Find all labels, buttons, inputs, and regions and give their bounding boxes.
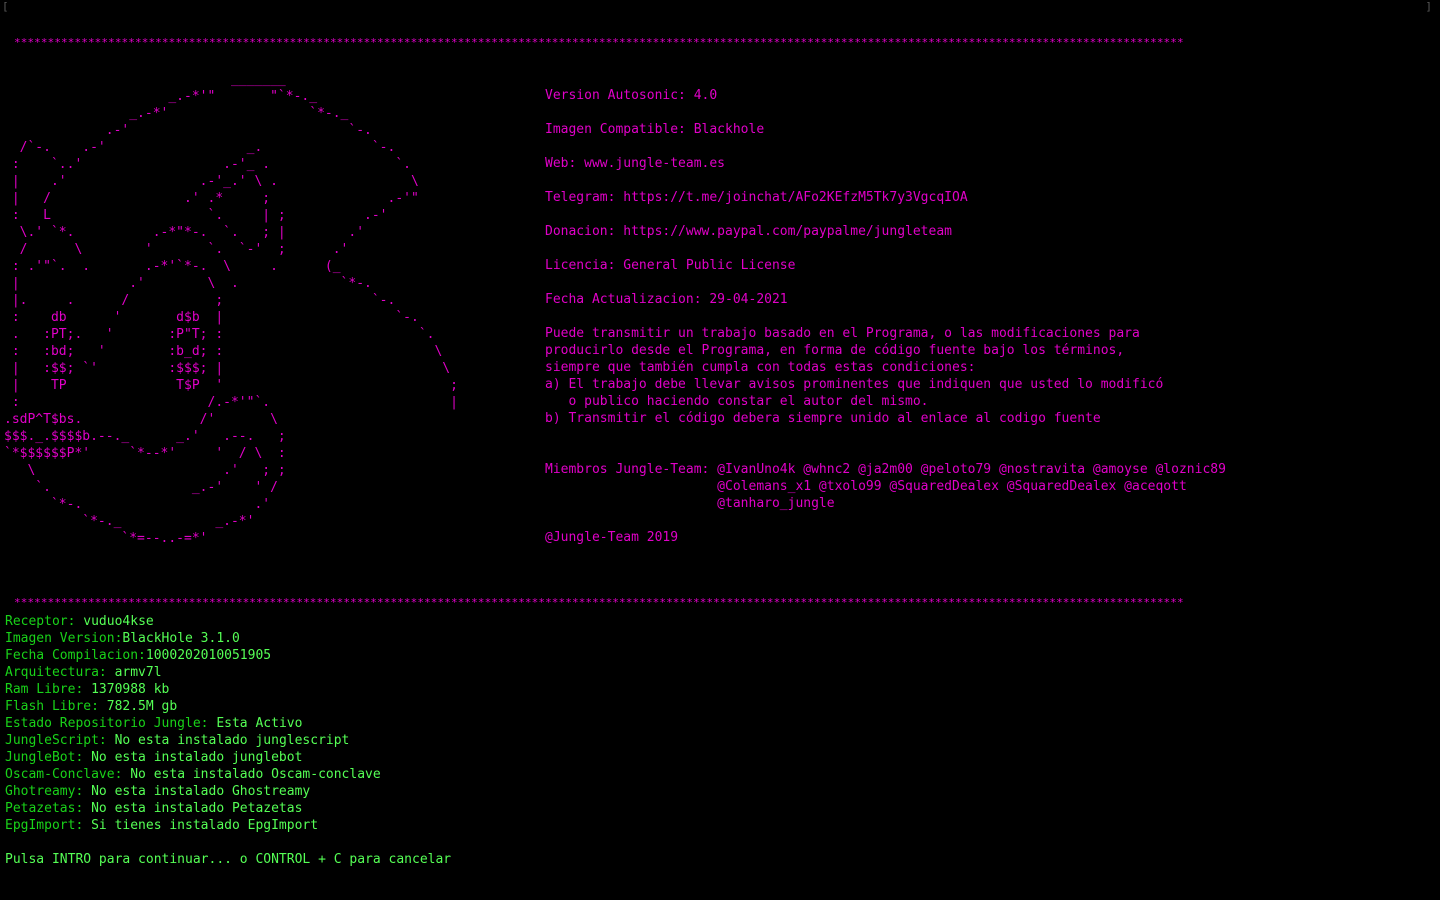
license-text-line: siempre que también cumpla con todas est… — [545, 360, 976, 375]
row-value: No esta instalado Oscam-conclave — [130, 767, 381, 782]
window-corner-left: [ — [2, 0, 9, 13]
image-version-row: Imagen Version:BlackHole 3.1.0 — [5, 630, 905, 647]
row-label: Oscam-Conclave: — [5, 767, 131, 782]
junglescript-row: JungleScript: No esta instalado junglesc… — [5, 732, 905, 749]
row-label: EpgImport: — [5, 818, 92, 833]
license-text-line: producirlo desde el Programa, en forma d… — [545, 343, 1125, 358]
free-flash-row: Flash Libre: 782.5M gb — [5, 698, 905, 715]
license-text-line: b) Transmitir el código debera siempre u… — [545, 411, 1101, 426]
window-corner-right: ] — [1425, 0, 1432, 13]
row-value: 1000202010051905 — [145, 648, 272, 663]
junglebot-row: JungleBot: No esta instalado junglebot — [5, 749, 905, 766]
row-value: No esta instalado Petazetas — [91, 801, 303, 816]
row-label: Fecha Compilacion: — [5, 648, 146, 663]
members-line: @tanharo_jungle — [545, 496, 835, 511]
oscam-conclave-row: Oscam-Conclave: No esta instalado Oscam-… — [5, 766, 905, 783]
row-value: No esta instalado Ghostreamy — [91, 784, 311, 799]
ascii-art-logo: _______ _.-*'" "`*-._ _.-*' `*-._ .-' `-… — [4, 72, 458, 546]
petazetas-row: Petazetas: No esta instalado Petazetas — [5, 800, 905, 817]
row-value: No esta instalado junglebot — [91, 750, 303, 765]
free-ram-row: Ram Libre: 1370988 kb — [5, 681, 905, 698]
row-label: Flash Libre: — [5, 699, 107, 714]
row-value: BlackHole 3.1.0 — [122, 631, 240, 646]
repo-status-row: Estado Repositorio Jungle: Esta Activo — [5, 715, 905, 732]
receiver-row: Receptor: vuduo4kse — [5, 613, 905, 630]
row-label: JungleScript: — [5, 733, 115, 748]
ghostreamy-row: Ghotreamy: No esta instalado Ghostreamy — [5, 783, 905, 800]
continue-prompt: Pulsa INTRO para continuar... o CONTROL … — [5, 852, 452, 867]
separator-top: ****************************************… — [14, 36, 1184, 49]
version-line: Version Autosonic: 4.0 — [545, 88, 718, 103]
build-date-row: Fecha Compilacion:1000202010051905 — [5, 647, 905, 664]
row-label: Arquitectura: — [5, 665, 115, 680]
image-compatible-line: Imagen Compatible: Blackhole — [545, 122, 765, 137]
row-value: vuduo4kse — [83, 614, 154, 629]
row-label: JungleBot: — [5, 750, 92, 765]
web-line: Web: www.jungle-team.es — [545, 156, 726, 171]
license-line: Licencia: General Public License — [545, 258, 796, 273]
row-label: Estado Repositorio Jungle: — [5, 716, 217, 731]
license-text-line: a) El trabajo debe llevar avisos promine… — [545, 377, 1164, 392]
telegram-line: Telegram: https://t.me/joinchat/AFo2KEfz… — [545, 190, 968, 205]
system-info-list: Receptor: vuduo4kse Imagen Version:Black… — [5, 613, 905, 834]
epgimport-row: EpgImport: Si tienes instalado EpgImport — [5, 817, 905, 834]
members-line: Miembros Jungle-Team: @IvanUno4k @whnc2 … — [545, 462, 1226, 477]
row-label: Ghotreamy: — [5, 784, 92, 799]
row-value: armv7l — [114, 665, 162, 680]
row-value: Si tienes instalado EpgImport — [91, 818, 319, 833]
separator-bottom: ****************************************… — [14, 596, 1184, 609]
update-date-line: Fecha Actualizacion: 29-04-2021 — [545, 292, 788, 307]
row-label: Ram Libre: — [5, 682, 92, 697]
license-text-line: o publico haciendo constar el autor del … — [545, 394, 929, 409]
license-text-line: Puede transmitir un trabajo basado en el… — [545, 326, 1140, 341]
row-label: Imagen Version: — [5, 631, 123, 646]
architecture-row: Arquitectura: armv7l — [5, 664, 905, 681]
row-value: No esta instalado junglescript — [114, 733, 350, 748]
members-line: @Colemans_x1 @txolo99 @SquaredDealex @Sq… — [545, 479, 1187, 494]
row-label: Receptor: — [5, 614, 84, 629]
row-label: Petazetas: — [5, 801, 92, 816]
row-value: Esta Activo — [216, 716, 303, 731]
footer-credit: @Jungle-Team 2019 — [545, 530, 679, 545]
row-value: 1370988 kb — [91, 682, 170, 697]
row-value: 782.5M gb — [106, 699, 178, 714]
donation-line: Donacion: https://www.paypal.com/paypalm… — [545, 224, 952, 239]
